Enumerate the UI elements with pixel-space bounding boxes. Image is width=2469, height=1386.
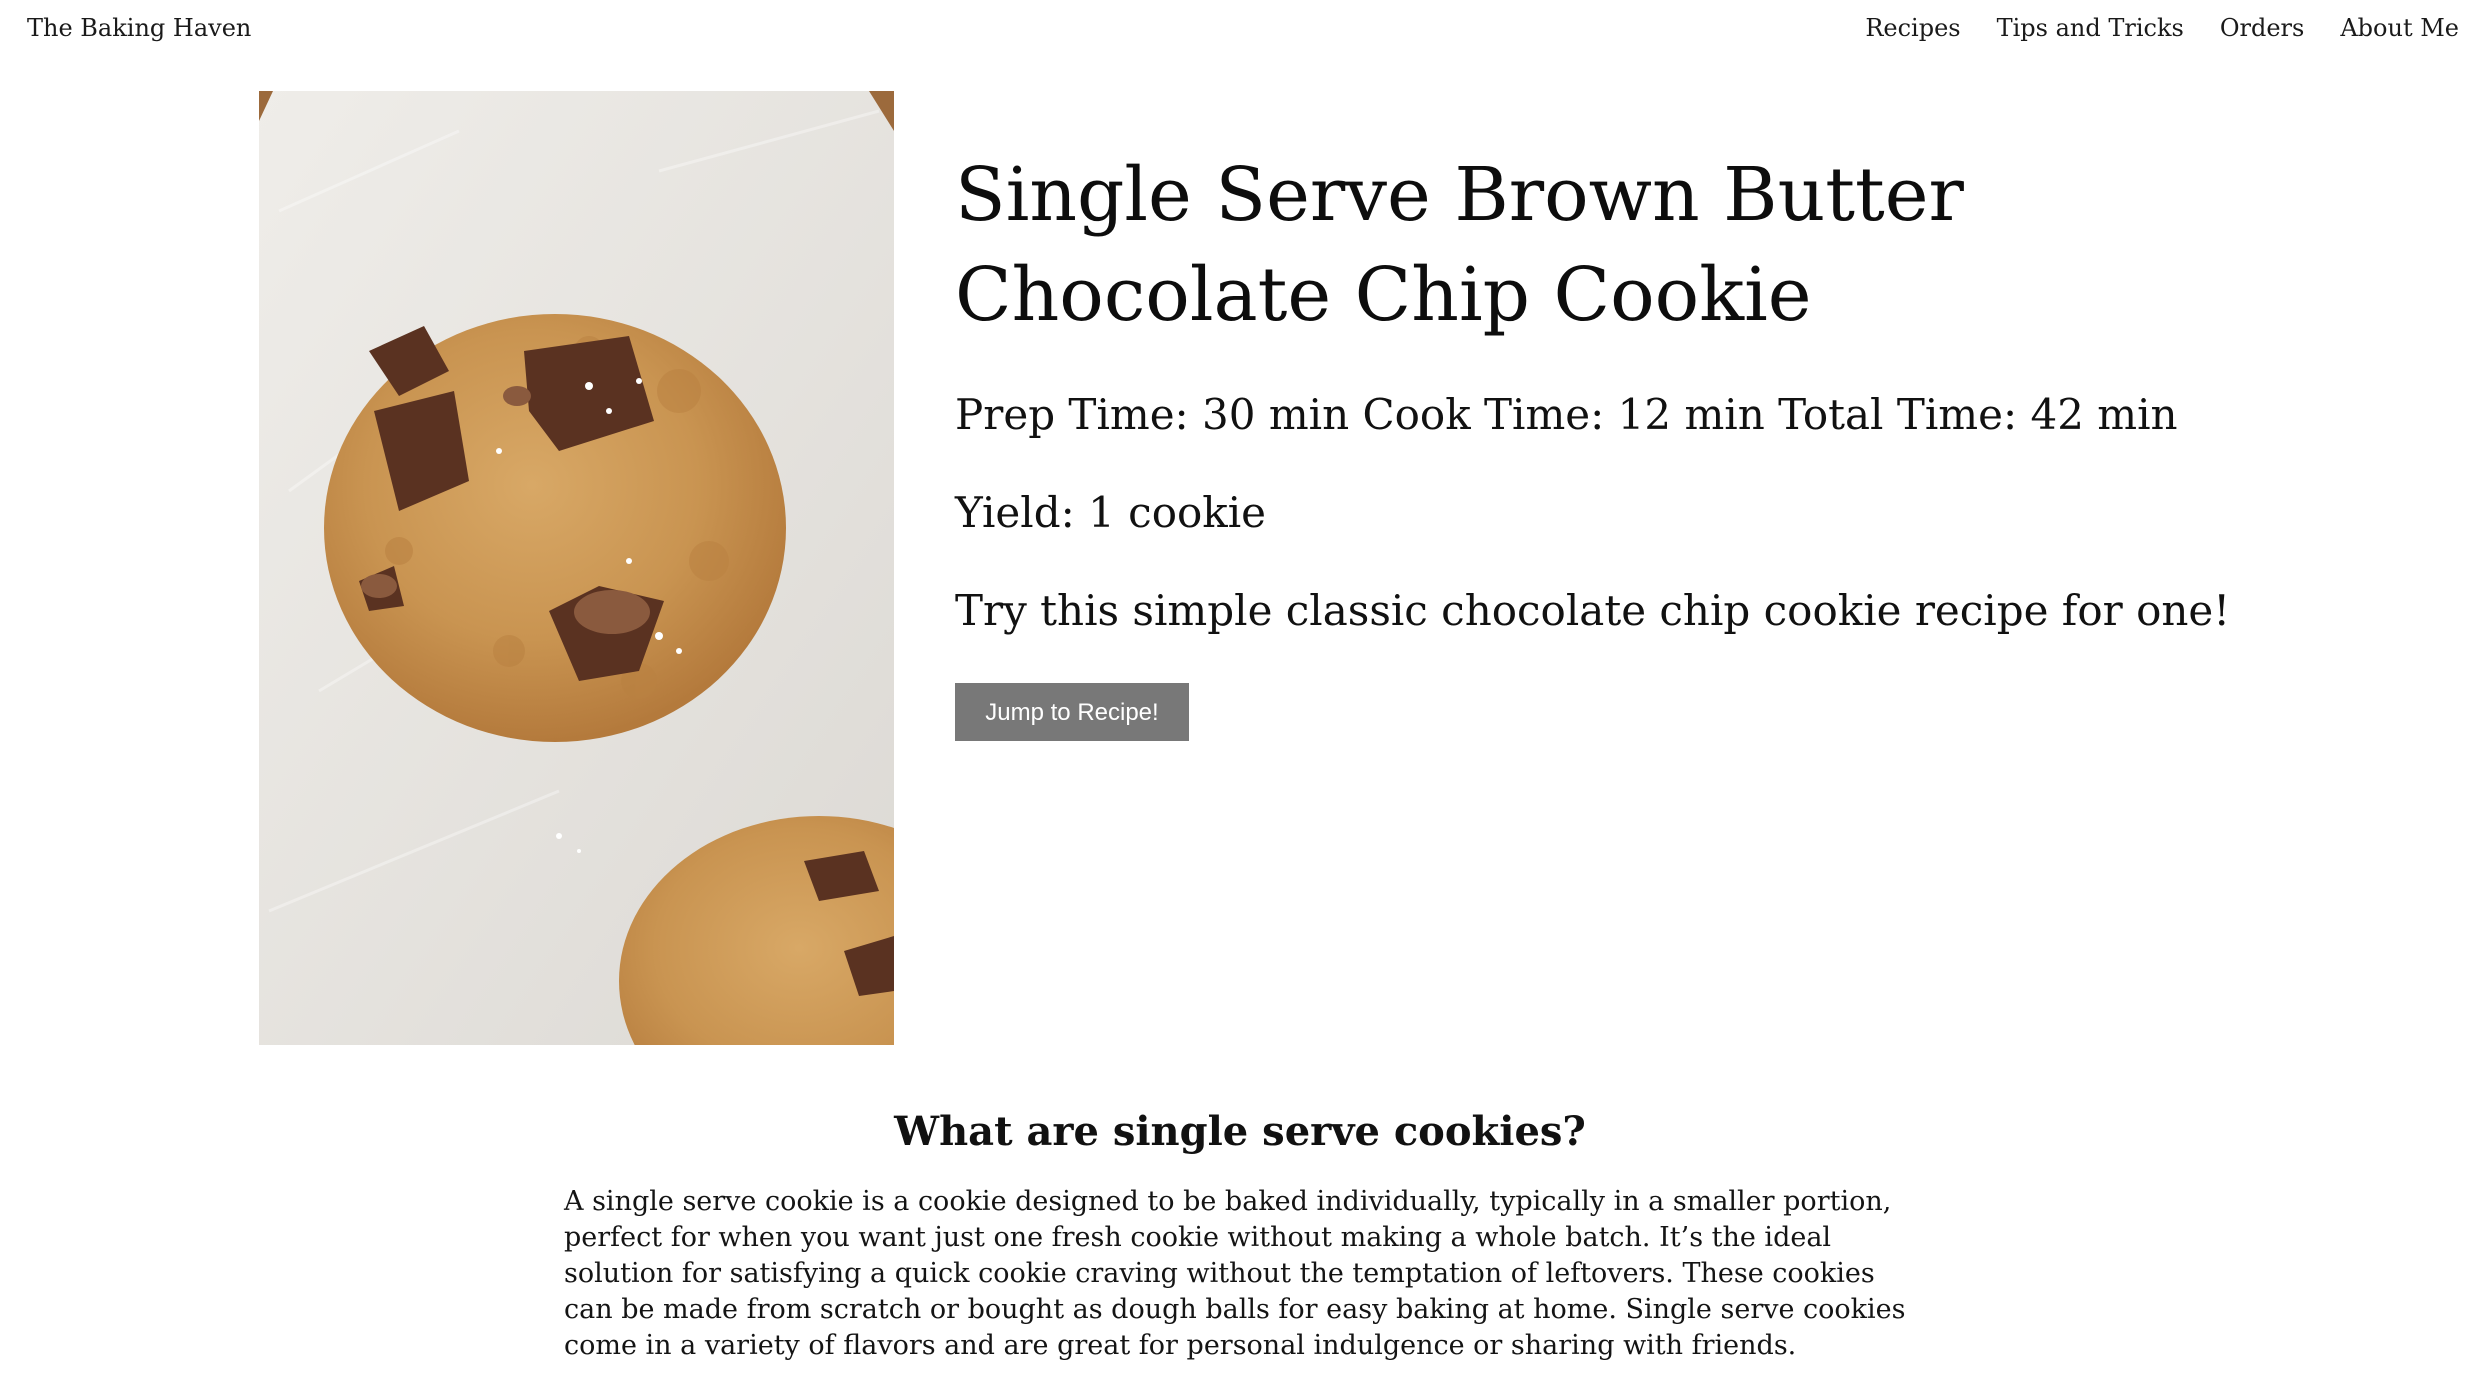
nav-link-about-me[interactable]: About Me	[2340, 14, 2459, 42]
recipe-title: Single Serve Brown Butter Chocolate Chip…	[955, 152, 1964, 338]
nav-link-orders[interactable]: Orders	[2220, 14, 2305, 42]
cookie-illustration	[259, 91, 894, 1045]
recipe-yield: Yield: 1 cookie	[955, 488, 1267, 537]
nav-link-recipes[interactable]: Recipes	[1865, 14, 1960, 42]
cookie-photo	[259, 91, 894, 1045]
hero-text-block: Single Serve Brown Butter Chocolate Chip…	[955, 145, 2355, 639]
nav-link-tips-and-tricks[interactable]: Tips and Tricks	[1997, 14, 2184, 42]
nav-links: Recipes Tips and Tricks Orders About Me	[1865, 14, 2459, 42]
top-navigation: The Baking Haven Recipes Tips and Tricks…	[0, 0, 2469, 60]
jump-to-recipe-button[interactable]: Jump to Recipe!	[955, 683, 1189, 741]
recipe-tagline: Try this simple classic chocolate chip c…	[955, 586, 2231, 635]
recipe-times: Prep Time: 30 min Cook Time: 12 min Tota…	[955, 390, 2178, 439]
site-brand[interactable]: The Baking Haven	[27, 14, 251, 42]
section-body: A single serve cookie is a cookie design…	[564, 1186, 1906, 1361]
section-heading: What are single serve cookies?	[894, 1108, 1586, 1155]
